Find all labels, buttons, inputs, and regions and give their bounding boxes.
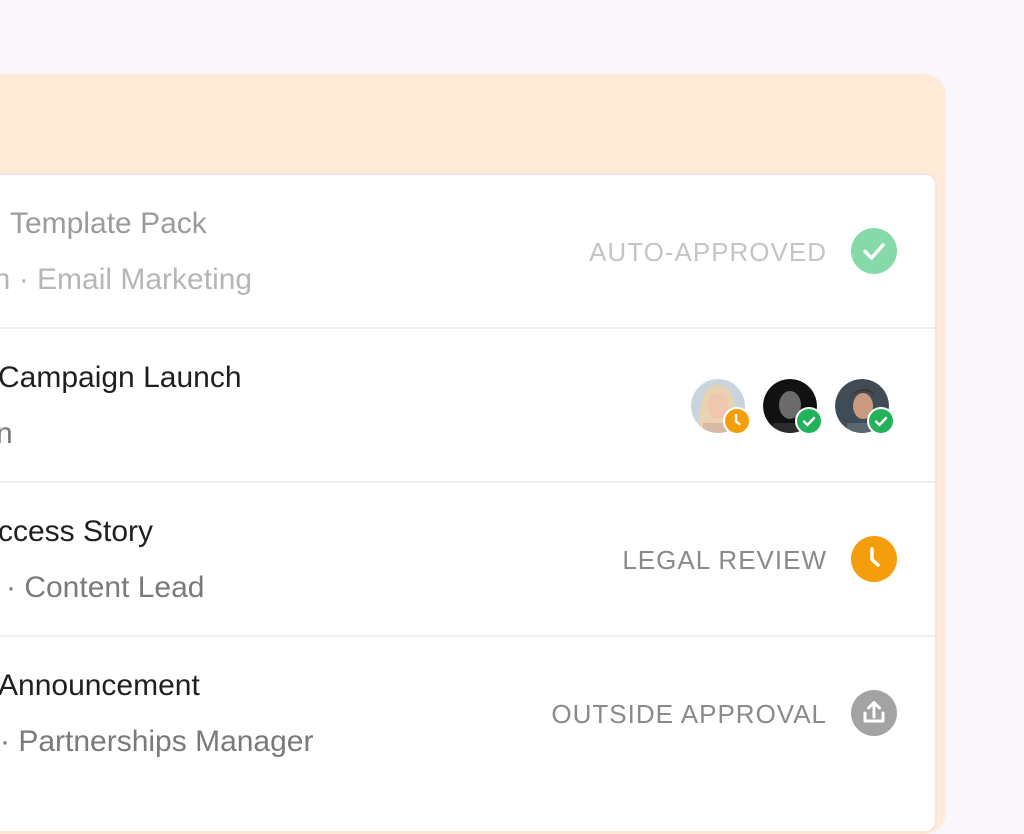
approvals-list: Template Pack son · Email Marketing AUTO…	[0, 173, 937, 833]
check-circle-icon	[851, 228, 897, 274]
item-title: ccess Story	[0, 515, 154, 548]
list-item[interactable]: Campaign Launch n	[0, 329, 935, 483]
avatar[interactable]	[691, 379, 751, 435]
clock-icon	[851, 536, 897, 582]
item-subtitle: · Partnerships Manager	[0, 725, 314, 758]
status-label: OUTSIDE APPROVAL	[551, 699, 827, 729]
avatar[interactable]	[763, 379, 823, 435]
item-title: Campaign Launch	[0, 361, 242, 394]
list-item[interactable]: ccess Story · Content Lead LEGAL REVIEW	[0, 483, 935, 637]
share-upload-icon	[851, 690, 897, 736]
approved-check-icon	[867, 407, 895, 435]
status-label: LEGAL REVIEW	[622, 545, 827, 575]
item-subtitle: n	[0, 417, 13, 451]
approver-avatars	[691, 379, 901, 437]
item-subtitle: son · Email Marketing	[0, 263, 253, 296]
item-title: Announcement	[0, 669, 200, 702]
pending-clock-icon	[723, 407, 751, 435]
item-subtitle: · Content Lead	[6, 571, 205, 604]
avatar[interactable]	[835, 379, 895, 435]
list-item[interactable]: Template Pack son · Email Marketing AUTO…	[0, 175, 935, 329]
list-item[interactable]: Announcement · Partnerships Manager OUTS…	[0, 637, 935, 791]
item-title: Template Pack	[10, 207, 207, 240]
status-label: AUTO-APPROVED	[589, 237, 827, 267]
approved-check-icon	[795, 407, 823, 435]
